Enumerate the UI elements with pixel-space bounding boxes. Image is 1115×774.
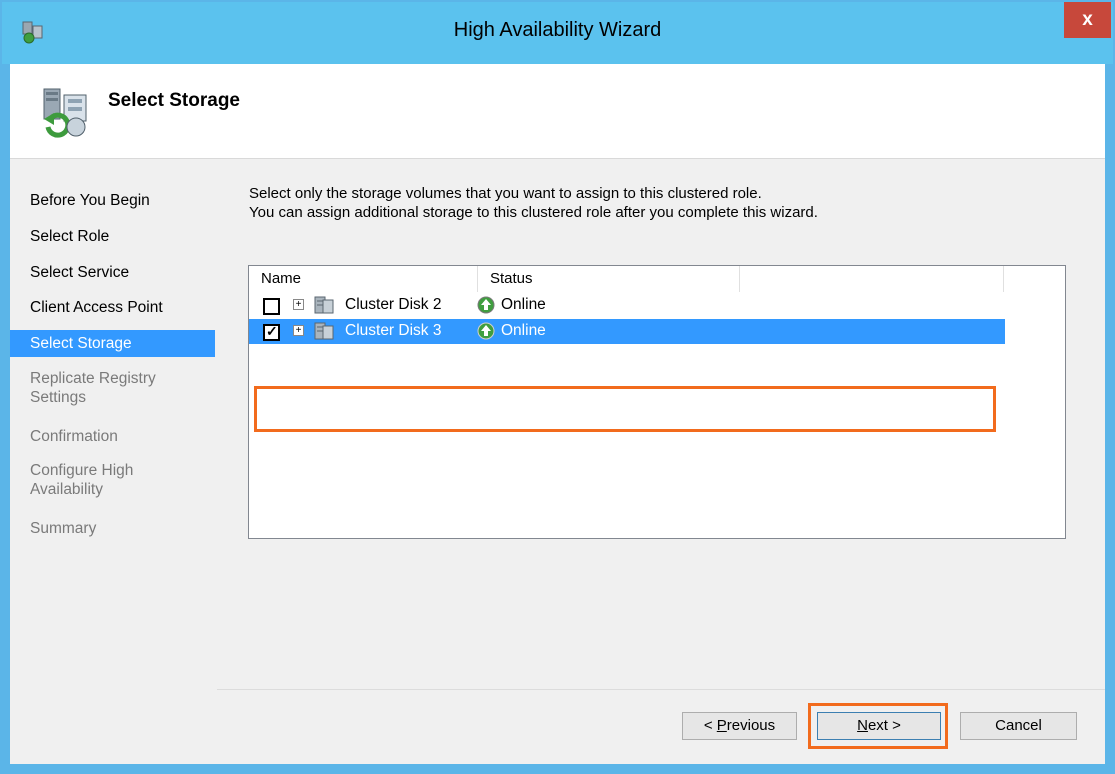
- disk-name: Cluster Disk 2: [345, 296, 442, 313]
- row-checkbox[interactable]: ✓: [263, 323, 280, 341]
- disk-name: Cluster Disk 3: [341, 322, 446, 340]
- disk-status: Online: [501, 296, 546, 313]
- storage-row-cluster-disk-3[interactable]: ✓ + Cluster Disk 3 Online: [249, 319, 1005, 344]
- nav-step-select-storage[interactable]: Select Storage: [10, 330, 215, 357]
- nav-step-label-line2: Availability: [30, 481, 103, 498]
- column-header-extra[interactable]: [740, 266, 1004, 292]
- instruction-line-2: You can assign additional storage to thi…: [249, 204, 818, 221]
- nav-step-client-access-point[interactable]: Client Access Point: [10, 294, 215, 322]
- wizard-header: Select Storage: [10, 64, 1105, 159]
- wizard-step-nav: Before You Begin Select Role Select Serv…: [10, 159, 215, 764]
- wizard-client-area: Select Storage Before You Begin Select R…: [10, 64, 1105, 764]
- previous-button[interactable]: < Previous: [682, 712, 797, 740]
- storage-row-cluster-disk-2[interactable]: + Cluster Disk 2 Online: [249, 293, 1065, 318]
- previous-prefix: <: [703, 717, 717, 734]
- nav-step-summary: Summary: [30, 520, 97, 537]
- wizard-content: Select only the storage volumes that you…: [217, 159, 1105, 764]
- cluster-disk-icon: [314, 322, 334, 340]
- checkmark-icon: ✓: [266, 323, 278, 339]
- expand-toggle-icon[interactable]: +: [293, 299, 304, 310]
- wizard-window: High Availability Wizard x Select Storag…: [0, 0, 1115, 774]
- instruction-text: Select only the storage volumes that you…: [249, 184, 818, 222]
- column-header-name[interactable]: Name: [249, 266, 478, 292]
- cluster-disk-icon: [314, 296, 334, 314]
- online-status-icon: [477, 296, 495, 314]
- window-title: High Availability Wizard: [453, 19, 662, 41]
- nav-step-select-service[interactable]: Select Service: [10, 259, 215, 287]
- row-checkbox[interactable]: [263, 298, 280, 315]
- storage-listview[interactable]: Name Status + Cluster Disk 2 Online ✓ + …: [248, 265, 1066, 539]
- nav-step-label-line1: Configure High: [30, 462, 134, 479]
- nav-step-configure-high-availability: Configure High Availability: [10, 461, 215, 501]
- expand-toggle-icon[interactable]: +: [293, 325, 304, 336]
- next-button[interactable]: Next >: [817, 712, 941, 740]
- nav-step-replicate-registry-settings: Replicate Registry Settings: [10, 369, 215, 409]
- next-mnemonic: N: [857, 717, 868, 734]
- title-bar[interactable]: High Availability Wizard x: [2, 2, 1113, 64]
- nav-step-label-line2: Settings: [30, 389, 87, 406]
- nav-step-before-you-begin[interactable]: Before You Begin: [10, 187, 215, 215]
- cluster-wizard-icon: [43, 88, 87, 138]
- page-title: Select Storage: [108, 90, 240, 111]
- disk-status: Online: [501, 322, 546, 339]
- instruction-line-1: Select only the storage volumes that you…: [249, 185, 762, 202]
- online-status-icon: [477, 322, 495, 340]
- next-rest: ext >: [867, 717, 901, 734]
- close-button[interactable]: x: [1064, 2, 1111, 38]
- previous-mnemonic: P: [716, 717, 727, 734]
- nav-step-select-role[interactable]: Select Role: [10, 223, 215, 251]
- nav-step-label-line1: Replicate Registry: [30, 370, 156, 387]
- footer-separator: [217, 689, 1105, 690]
- cancel-button[interactable]: Cancel: [960, 712, 1077, 740]
- nav-step-confirmation: Confirmation: [30, 428, 118, 445]
- column-header-status[interactable]: Status: [478, 266, 740, 292]
- previous-rest: revious: [726, 717, 776, 734]
